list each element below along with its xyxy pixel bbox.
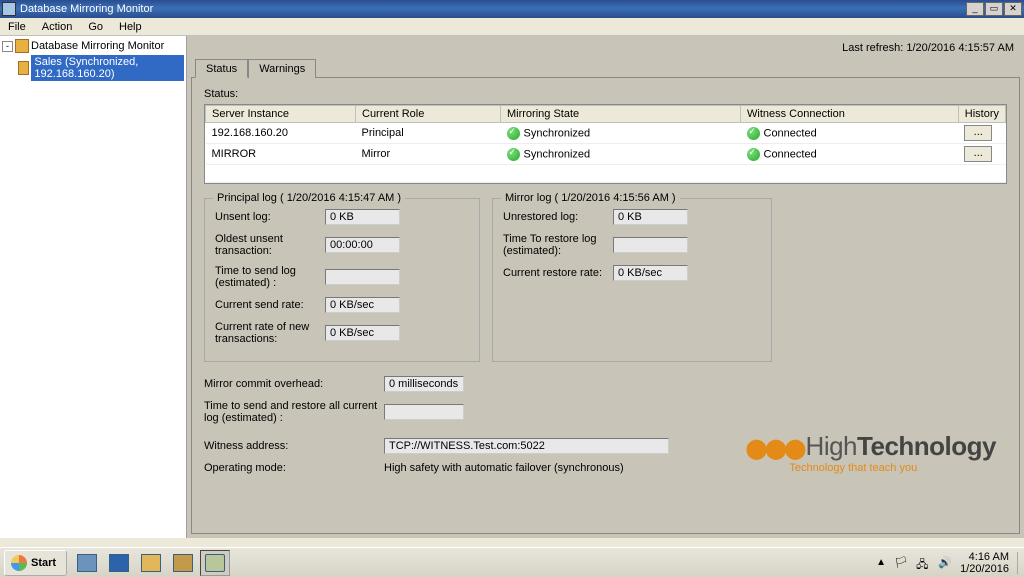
check-icon (507, 148, 520, 161)
menu-file[interactable]: File (0, 19, 34, 35)
witness-value: TCP://WITNESS.Test.com:5022 (384, 438, 669, 454)
mirror-groupbox: Mirror log ( 1/20/2016 4:15:56 AM ) Unre… (492, 198, 772, 362)
logo-subtitle: Technology that teach you (745, 462, 996, 474)
principal-legend: Principal log ( 1/20/2016 4:15:47 AM ) (213, 192, 405, 204)
check-icon (507, 127, 520, 140)
ttsr-value (384, 404, 464, 420)
taskbar-app-3[interactable] (136, 550, 166, 576)
tree-pane: - Database Mirroring Monitor Sales (Sync… (0, 36, 187, 538)
tree-child-label: Sales (Synchronized, 192.168.160.20) (31, 55, 184, 81)
content-pane: Last refresh: 1/20/2016 4:15:57 AM Statu… (187, 36, 1024, 538)
tree-root-node[interactable]: - Database Mirroring Monitor (2, 38, 184, 54)
overhead-label: Mirror commit overhead: (204, 378, 384, 390)
tab-status[interactable]: Status (195, 59, 248, 78)
menu-action[interactable]: Action (34, 19, 81, 35)
col-mirroring[interactable]: Mirroring State (501, 106, 741, 123)
menu-go[interactable]: Go (80, 19, 111, 35)
unrestored-value: 0 KB (613, 209, 688, 225)
expand-icon[interactable]: - (2, 41, 13, 52)
flag-icon[interactable]: 🏳 (894, 556, 908, 570)
opmode-label: Operating mode: (204, 462, 384, 474)
system-tray: ▲ 🏳 🖧 🔊 4:16 AM 1/20/2016 (876, 551, 1024, 575)
app-icon (2, 2, 16, 16)
status-table: Server Instance Current Role Mirroring S… (204, 104, 1007, 184)
taskbar: Start ▲ 🏳 🖧 🔊 4:16 AM 1/20/2016 (0, 547, 1024, 577)
refresh-bar: Last refresh: 1/20/2016 4:15:57 AM (191, 40, 1020, 58)
clock[interactable]: 4:16 AM 1/20/2016 (960, 551, 1009, 575)
start-button[interactable]: Start (4, 550, 67, 576)
tray-chevron-icon[interactable]: ▲ (876, 557, 886, 568)
show-desktop-button[interactable] (1017, 552, 1018, 574)
principal-groupbox: Principal log ( 1/20/2016 4:15:47 AM ) U… (204, 198, 480, 362)
new-rate-label: Current rate of new transactions: (215, 321, 325, 345)
witness-label: Witness address: (204, 440, 384, 452)
cell-mirroring: Synchronized (501, 144, 741, 165)
send-rate-value: 0 KB/sec (325, 297, 400, 313)
oldest-label: Oldest unsent transaction: (215, 233, 325, 257)
windows-icon (11, 555, 27, 571)
close-button[interactable]: ✕ (1004, 2, 1022, 16)
cell-witness: Connected (741, 144, 959, 165)
overhead-value: 0 milliseconds (384, 376, 464, 392)
taskbar-app-1[interactable] (72, 550, 102, 576)
table-row[interactable]: 192.168.160.20 Principal Synchronized Co… (206, 123, 1006, 144)
logo-dots-icon: ⬤⬤⬤ (745, 438, 803, 460)
clock-date: 1/20/2016 (960, 563, 1009, 575)
col-history[interactable]: History (958, 106, 1005, 123)
taskbar-app-2[interactable] (104, 550, 134, 576)
send-rate-label: Current send rate: (215, 299, 325, 311)
cell-server: MIRROR (206, 144, 356, 165)
watermark-logo: ⬤⬤⬤HighTechnology Technology that teach … (745, 431, 996, 474)
taskbar-app-active[interactable] (200, 550, 230, 576)
log-groupbox-row: Principal log ( 1/20/2016 4:15:47 AM ) U… (204, 198, 1007, 362)
table-row[interactable]: MIRROR Mirror Synchronized Connected ... (206, 144, 1006, 165)
opmode-value: High safety with automatic failover (syn… (384, 462, 624, 474)
ttsr-label: Time to send and restore all current log… (204, 400, 384, 424)
minimize-button[interactable]: _ (966, 2, 984, 16)
start-label: Start (31, 557, 56, 569)
monitor-icon (15, 39, 29, 53)
ttr-label: Time To restore log (estimated): (503, 233, 613, 257)
taskbar-app-4[interactable] (168, 550, 198, 576)
tab-row: Status Warnings (195, 58, 1020, 77)
unrestored-label: Unrestored log: (503, 211, 613, 223)
restore-button[interactable]: ▭ (985, 2, 1003, 16)
col-server[interactable]: Server Instance (206, 106, 356, 123)
status-label: Status: (204, 88, 1007, 100)
menu-help[interactable]: Help (111, 19, 150, 35)
titlebar: Database Mirroring Monitor _ ▭ ✕ (0, 0, 1024, 18)
main-area: - Database Mirroring Monitor Sales (Sync… (0, 36, 1024, 538)
unsent-label: Unsent log: (215, 211, 325, 223)
cell-role: Principal (356, 123, 501, 144)
tts-value (325, 269, 400, 285)
menubar: File Action Go Help (0, 18, 1024, 36)
col-role[interactable]: Current Role (356, 106, 501, 123)
cell-mirroring: Synchronized (501, 123, 741, 144)
check-icon (747, 148, 760, 161)
cell-role: Mirror (356, 144, 501, 165)
tree-root-label: Database Mirroring Monitor (31, 40, 164, 52)
history-button[interactable]: ... (964, 125, 992, 141)
database-icon (18, 61, 29, 75)
ttr-value (613, 237, 688, 253)
tts-label: Time to send log (estimated) : (215, 265, 325, 289)
new-rate-value: 0 KB/sec (325, 325, 400, 341)
cell-witness: Connected (741, 123, 959, 144)
check-icon (747, 127, 760, 140)
network-icon[interactable]: 🖧 (916, 556, 930, 570)
restore-rate-label: Current restore rate: (503, 267, 613, 279)
col-witness[interactable]: Witness Connection (741, 106, 959, 123)
tab-warnings[interactable]: Warnings (248, 59, 316, 78)
oldest-value: 00:00:00 (325, 237, 400, 253)
restore-rate-value: 0 KB/sec (613, 265, 688, 281)
unsent-value: 0 KB (325, 209, 400, 225)
mirror-legend: Mirror log ( 1/20/2016 4:15:56 AM ) (501, 192, 680, 204)
window-title: Database Mirroring Monitor (20, 3, 965, 15)
clock-time: 4:16 AM (960, 551, 1009, 563)
tree-child-node[interactable]: Sales (Synchronized, 192.168.160.20) (2, 54, 184, 82)
cell-server: 192.168.160.20 (206, 123, 356, 144)
history-button[interactable]: ... (964, 146, 992, 162)
volume-icon[interactable]: 🔊 (938, 556, 952, 570)
